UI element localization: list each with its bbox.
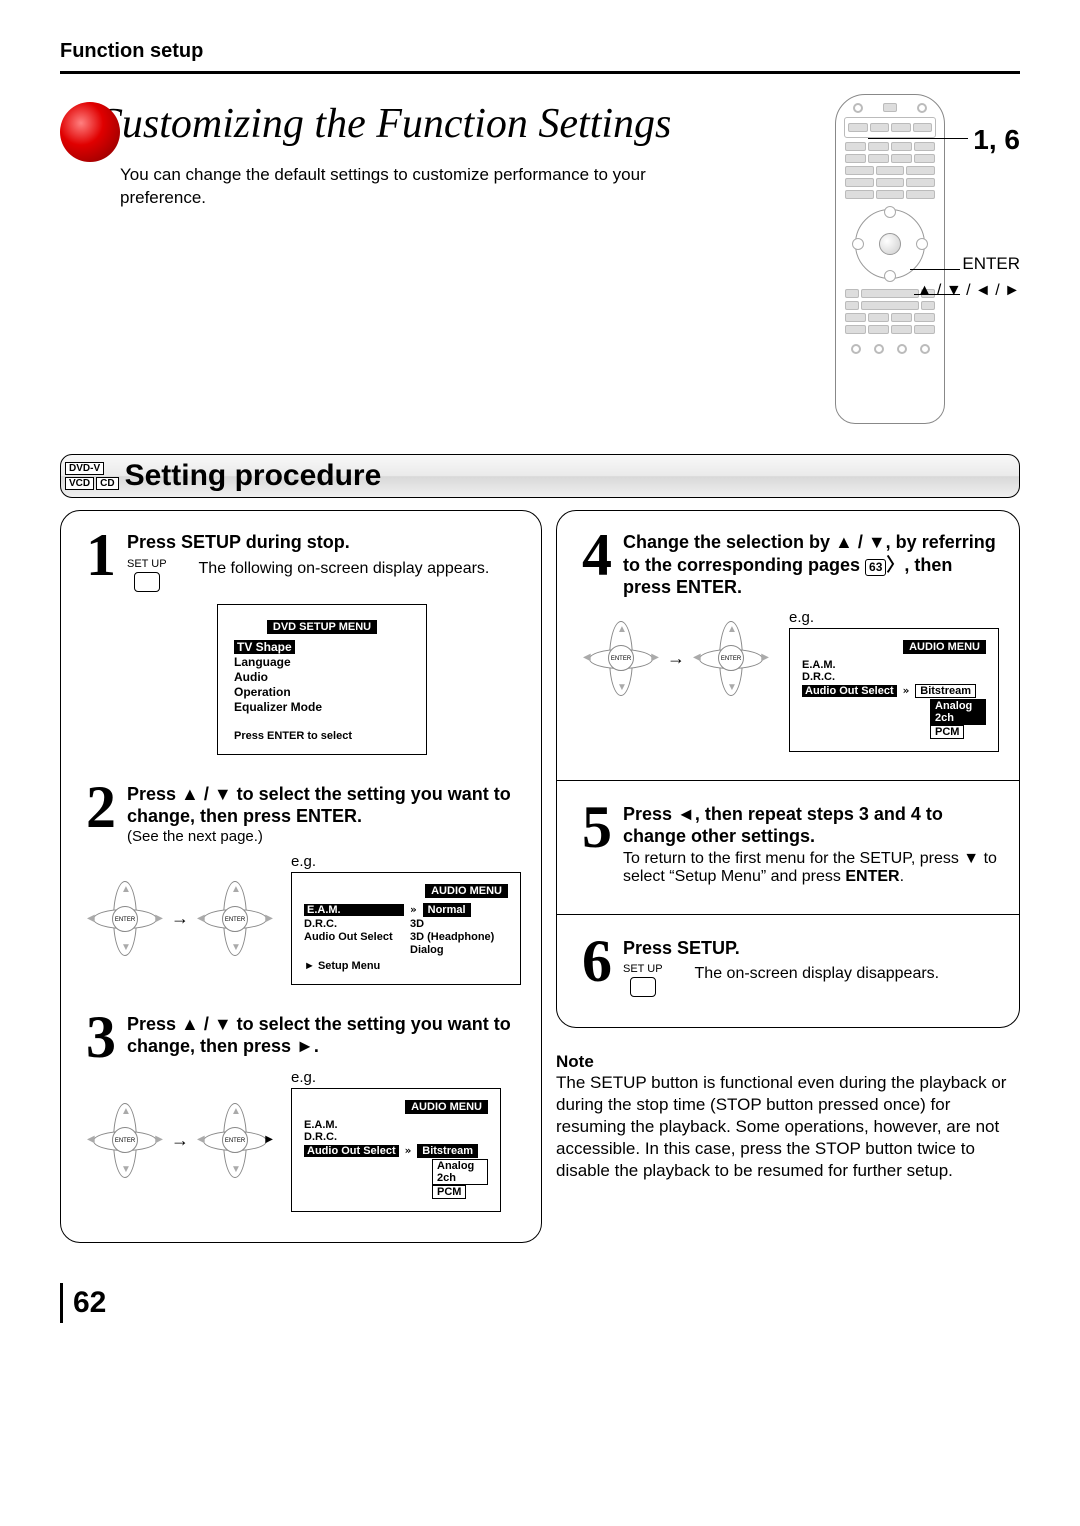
procedure-title: Setting procedure <box>125 459 382 493</box>
osd-audio-menu-step3: AUDIO MENU E.A.M. D.R.C. Audio Out Selec… <box>291 1088 501 1212</box>
step-subtext: (See the next page.) <box>127 828 521 845</box>
steps-column-left: 1 Press SETUP during stop. SET UP The fo… <box>60 510 542 1243</box>
step-heading: Press ▲ / ▼ to select the setting you wa… <box>127 1013 521 1058</box>
control-pad-icon: ENTER ▲▼◀▶ <box>581 621 661 696</box>
step-number: 4 <box>577 531 617 579</box>
osd-row-value-selected: Normal <box>423 903 471 917</box>
note-title: Note <box>556 1052 1020 1072</box>
control-pad-icon: ENTER ▲▼◀▶ <box>691 621 771 696</box>
osd-option-selected: Analog 2ch <box>930 699 986 725</box>
step-heading: Change the selection by ▲ / ▼, by referr… <box>623 531 999 599</box>
osd-option: PCM <box>432 1185 466 1199</box>
divider <box>557 914 1019 915</box>
step-heading: Press SETUP during stop. <box>127 531 521 554</box>
step-1: 1 Press SETUP during stop. SET UP The fo… <box>81 531 521 755</box>
osd-item: Audio <box>234 670 410 684</box>
step-6: 6 Press SETUP. SET UP The on-screen disp… <box>577 937 999 998</box>
osd-item-selected: TV Shape <box>234 640 295 654</box>
osd-line: D.R.C. <box>304 1131 488 1143</box>
step-2: 2 Press ▲ / ▼ to select the setting you … <box>81 783 521 985</box>
decorative-sphere <box>60 102 120 162</box>
osd-option: Bitstream <box>915 684 976 698</box>
setup-key-icon: SET UP <box>127 558 167 592</box>
step-number: 3 <box>81 1013 121 1061</box>
osd-line: E.A.M. <box>304 1119 488 1131</box>
step-subtext: The on-screen display disappears. <box>695 965 940 983</box>
step-number: 2 <box>81 783 121 831</box>
step-subtext: To return to the first menu for the SETU… <box>623 850 999 886</box>
control-pad-icon: ENTER ▲▼◀▶ <box>195 1103 275 1178</box>
osd-option: PCM <box>930 725 964 739</box>
format-badge-cd: CD <box>96 477 118 490</box>
osd-item: Equalizer Mode <box>234 700 410 714</box>
format-badge-vcd: VCD <box>65 477 94 490</box>
step-heading: Press ◄, then repeat steps 3 and 4 to ch… <box>623 803 999 848</box>
arrow-right-icon: → <box>171 908 189 929</box>
osd-option-selected: Bitstream <box>417 1144 478 1158</box>
osd-row-value: 3D <box>410 918 424 930</box>
control-pad-icon: ENTER ▲▼◀▶ <box>195 881 275 956</box>
indicator-icon: » <box>903 684 910 697</box>
control-pad-icon: ENTER ▲▼◀▶ <box>85 1103 165 1178</box>
osd-title: AUDIO MENU <box>903 640 986 654</box>
rule <box>60 71 1020 74</box>
callout-enter: ENTER <box>962 254 1020 274</box>
setup-key-icon: SET UP <box>623 963 663 997</box>
remote-top-btn <box>883 103 897 112</box>
steps-column-right: 4 Change the selection by ▲ / ▼, by refe… <box>556 510 1020 1028</box>
example-label: e.g. <box>291 853 521 870</box>
intro-text: You can change the default settings to c… <box>120 164 730 210</box>
osd-line: E.A.M. <box>802 659 986 671</box>
osd-row-value: 3D (Headphone) <box>410 931 494 943</box>
osd-title: AUDIO MENU <box>425 884 508 898</box>
remote-led <box>917 103 927 113</box>
step-number: 1 <box>81 531 121 579</box>
arrow-right-icon: → <box>667 648 685 669</box>
osd-audio-menu-step4: AUDIO MENU E.A.M. D.R.C. Audio Out Selec… <box>789 628 999 752</box>
divider <box>557 780 1019 781</box>
osd-item: Language <box>234 655 410 669</box>
step-heading: Press ▲ / ▼ to select the setting you wa… <box>127 783 521 828</box>
osd-line: D.R.C. <box>802 671 986 683</box>
osd-row-label-selected: Audio Out Select <box>802 685 897 697</box>
step-number: 6 <box>577 937 617 985</box>
page-title: Customizing the Function Settings <box>94 100 671 148</box>
osd-audio-menu-step2: AUDIO MENU E.A.M. » Normal D.R.C. 3D Audio … <box>291 872 521 985</box>
osd-row-label: D.R.C. <box>304 918 404 930</box>
osd-title: DVD SETUP MENU <box>267 620 377 634</box>
format-badge-dvdv: DVD-V <box>65 462 104 475</box>
osd-row-label: Audio Out Select <box>304 931 404 943</box>
step-4: 4 Change the selection by ▲ / ▼, by refe… <box>577 531 999 752</box>
osd-back-item: ► Setup Menu <box>304 960 508 972</box>
remote-diagram <box>835 94 945 424</box>
osd-dvd-setup-menu: DVD SETUP MENU TV Shape Language Audio O… <box>217 604 427 755</box>
example-label: e.g. <box>291 1069 521 1086</box>
page-ref-badge: 63 <box>865 559 886 576</box>
indicator-icon: » <box>410 903 417 916</box>
step-5: 5 Press ◄, then repeat steps 3 and 4 to … <box>577 803 999 886</box>
callout-arrows: ▲ / ▼ / ◄ / ► <box>917 282 1020 300</box>
step-number: 5 <box>577 803 617 851</box>
step-3: 3 Press ▲ / ▼ to select the setting you … <box>81 1013 521 1212</box>
indicator-icon: » <box>405 1144 412 1157</box>
control-pad-icon: ENTER ▲▼◀▶ <box>85 881 165 956</box>
osd-option: Analog 2ch <box>432 1159 488 1185</box>
example-label: e.g. <box>789 609 999 626</box>
osd-item: Operation <box>234 685 410 699</box>
osd-row-value: Dialog <box>410 944 444 956</box>
callout-setup-steps: 1, 6 <box>973 124 1020 156</box>
osd-hint: Press ENTER to select <box>234 730 410 742</box>
procedure-banner: DVD-V VCD CD Setting procedure <box>60 454 1020 498</box>
page-number: 62 <box>73 1286 106 1320</box>
osd-row-label-selected: E.A.M. <box>304 904 404 916</box>
section-label: Function setup <box>60 40 1020 63</box>
step-heading: Press SETUP. <box>623 937 999 960</box>
remote-led <box>853 103 863 113</box>
arrow-right-icon: → <box>171 1130 189 1151</box>
osd-title: AUDIO MENU <box>405 1100 488 1114</box>
step-subtext: The following on-screen display appears. <box>199 560 490 578</box>
osd-row-label-selected: Audio Out Select <box>304 1145 399 1157</box>
note-text: The SETUP button is functional even duri… <box>556 1072 1020 1182</box>
page-number-bar <box>60 1283 63 1323</box>
